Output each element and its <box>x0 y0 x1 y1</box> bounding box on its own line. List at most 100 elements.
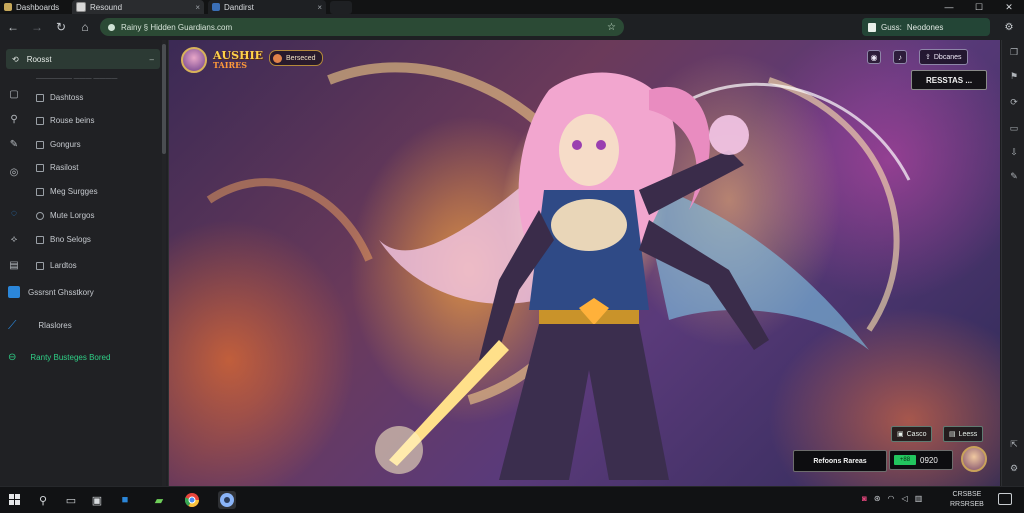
tab-close-icon[interactable]: × <box>317 3 322 12</box>
tab-dashboards[interactable]: Dashboards <box>0 0 64 14</box>
address-bar[interactable]: Rainy § Hidden Guardians.com ☆ <box>100 18 624 36</box>
camera-icon[interactable]: ◉ <box>867 50 881 64</box>
profile-button[interactable]: Guss: Neodones <box>862 18 990 36</box>
home-icon[interactable]: ⌂ <box>76 18 94 36</box>
files-icon[interactable]: ▰ <box>150 491 168 509</box>
settings-gear-icon[interactable]: ⚙ <box>1000 18 1018 36</box>
chrome-icon[interactable] <box>183 491 201 509</box>
network-icon[interactable]: ◠ <box>888 494 895 503</box>
rewards-button[interactable]: Refoons Rareas <box>793 450 887 472</box>
browser-active-icon[interactable] <box>218 491 236 509</box>
link-icon[interactable]: ⟡ <box>6 231 22 247</box>
game-logo[interactable]: AUSHIE TAIRES <box>181 47 263 73</box>
document-icon <box>868 22 876 32</box>
sidebar-header-label: Roosst <box>26 54 52 64</box>
back-arrow-icon[interactable]: ← <box>4 18 22 36</box>
lock-icon <box>108 23 115 31</box>
maximize-button[interactable]: ☐ <box>964 0 994 14</box>
share-button[interactable]: ⇪ Dbcanes <box>919 49 968 65</box>
tab-dandirst[interactable]: Dandirst × <box>208 0 326 14</box>
sidebar-item-dashtoss[interactable]: Dashtoss <box>36 93 83 102</box>
battery-icon[interactable]: ▥ <box>915 494 923 503</box>
copy-icon[interactable]: ❐ <box>1008 46 1020 58</box>
sidebar-item-rouse-beins[interactable]: Rouse beins <box>36 116 94 125</box>
checkbox[interactable] <box>36 116 44 125</box>
clock-date: RRSRSEB <box>950 501 984 508</box>
tab-close-icon[interactable]: × <box>195 3 200 12</box>
bookmark-star-icon[interactable]: ☆ <box>607 22 616 33</box>
sidebar-item-ghsstkory[interactable]: Gssrsnt Ghsstkory <box>8 286 94 298</box>
casco-button[interactable]: ▣ Casco <box>891 426 933 442</box>
settings-icon[interactable]: ⚙ <box>1008 462 1020 474</box>
windows-start-icon[interactable] <box>6 491 24 509</box>
search-icon[interactable]: ⚲ <box>34 491 52 509</box>
sound-icon[interactable]: ♪ <box>893 50 907 64</box>
chat-icon[interactable]: ▢ <box>6 86 22 102</box>
logo-line1: AUSHIE <box>213 48 263 62</box>
checkbox[interactable] <box>36 163 44 172</box>
right-side-panel: ❐ ⚑ ⟳ ▭ ⇩ ✎ ⇱ ⚙ <box>1001 40 1024 486</box>
store-icon[interactable]: ■ <box>116 491 134 509</box>
checkbox[interactable] <box>36 93 44 102</box>
browser-toolbar: ← → ↻ ⌂ Rainy § Hidden Guardians.com ☆ G… <box>0 14 1024 40</box>
breastplate <box>551 199 627 251</box>
casco-label: Casco <box>906 430 927 438</box>
sword-glow <box>375 426 423 474</box>
checkbox[interactable] <box>36 140 44 149</box>
new-tab-button[interactable] <box>330 1 352 14</box>
character-portrait[interactable] <box>961 446 987 472</box>
close-window-button[interactable]: ✕ <box>994 0 1024 14</box>
sidebar-item-lardtos[interactable]: Lardtos <box>36 261 77 270</box>
share-icon: ⇪ <box>925 54 931 61</box>
forward-arrow-icon[interactable]: → <box>28 18 46 36</box>
score-value: 0920 <box>920 455 938 465</box>
reload-icon[interactable]: ↻ <box>52 18 70 36</box>
status-pill[interactable]: Berseced <box>269 50 323 66</box>
notification-icon[interactable] <box>998 493 1012 505</box>
sidebar-item-meg-surgges[interactable]: Meg Surgges <box>36 187 98 196</box>
checkbox[interactable] <box>36 235 44 244</box>
pin-icon[interactable]: ⇱ <box>1008 438 1020 450</box>
taskbar-clock[interactable]: CRSBSE RRSRSEB <box>950 490 984 510</box>
sidebar-item-label: Rasilost <box>50 163 79 172</box>
checkbox[interactable] <box>36 187 44 196</box>
grid-icon[interactable]: ▤ <box>6 257 22 273</box>
widgets-icon[interactable]: ▣ <box>88 491 106 509</box>
sidebar-item-rlaslores[interactable]: ⟋ Rlaslores <box>8 318 72 333</box>
player-avatar[interactable] <box>181 47 207 73</box>
pencil-icon[interactable]: ✎ <box>6 136 22 152</box>
circle-icon[interactable]: ◎ <box>6 164 22 180</box>
radio[interactable] <box>36 211 44 220</box>
sidebar-item-label: Bno Selogs <box>50 235 91 244</box>
app-tray-icon[interactable]: ◙ <box>862 494 867 503</box>
volume-icon[interactable]: ◁ <box>902 494 908 503</box>
security-icon[interactable]: ⊛ <box>874 494 881 503</box>
sidebar-item-bno-selogs[interactable]: Bno Selogs <box>36 235 91 244</box>
sidebar-item-rasilost[interactable]: Rasilost <box>36 163 78 172</box>
scrollbar-thumb[interactable] <box>162 44 166 154</box>
sidebar-item-busteges[interactable]: ⊖ Ranty Busteges Bored <box>8 352 110 363</box>
glowing-hand <box>709 115 749 155</box>
leess-button[interactable]: ▤ Leess <box>943 426 984 442</box>
task-view-icon[interactable]: ▭ <box>62 491 80 509</box>
sidebar-item-gongurs[interactable]: Gongurs <box>36 140 81 149</box>
history-icon[interactable]: ⟳ <box>1008 96 1020 108</box>
site-favicon-icon <box>76 2 86 12</box>
game-artwork <box>206 62 911 480</box>
tab-resound[interactable]: Resound × <box>72 0 204 14</box>
pin-icon[interactable]: ⚲ <box>6 111 22 127</box>
game-viewport[interactable]: AUSHIE TAIRES Berseced ◉ ♪ ⇪ Dbcanes RES… <box>169 40 1000 486</box>
restart-button[interactable]: RESSTAS ... <box>911 70 987 90</box>
chat-icon[interactable]: ▭ <box>1008 122 1020 134</box>
message-icon[interactable]: ◌ <box>6 205 22 221</box>
edit-icon[interactable]: ✎ <box>1008 170 1020 182</box>
sidebar-header[interactable]: ⟲ Roosst – <box>6 49 160 69</box>
download-icon[interactable]: ⇩ <box>1008 146 1020 158</box>
minus-icon[interactable]: – <box>150 55 154 64</box>
sidebar-item-mute-lorgos[interactable]: Mute Lorgos <box>36 211 94 220</box>
checkbox[interactable] <box>36 261 44 270</box>
minimize-button[interactable]: — <box>934 0 964 14</box>
bookmark-icon[interactable]: ⚑ <box>1008 70 1020 82</box>
status-dot-icon <box>273 53 282 63</box>
sidebar-scrollbar[interactable] <box>162 40 166 486</box>
